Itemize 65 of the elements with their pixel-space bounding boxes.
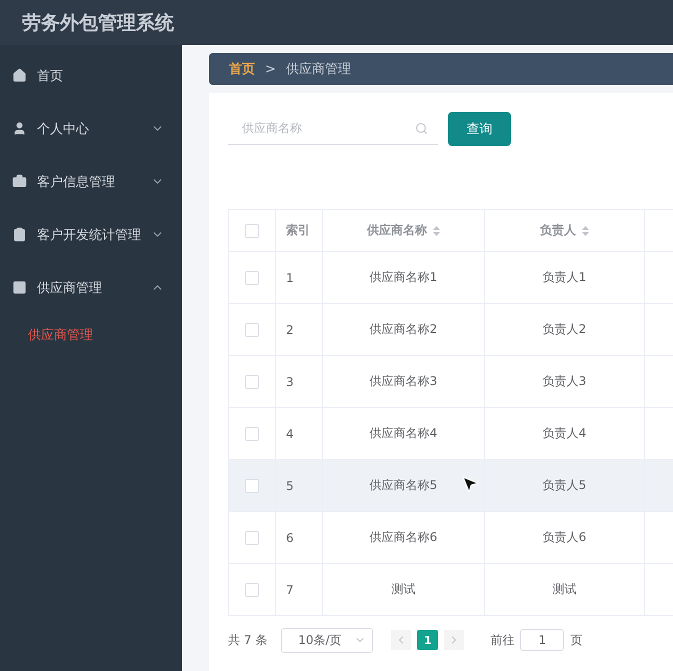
table-cell: 1 (286, 270, 294, 284)
column-header: 索引 (286, 222, 310, 239)
breadcrumb-link[interactable]: 供应商管理 (286, 60, 351, 78)
prev-page-button[interactable] (391, 630, 412, 650)
next-page-button[interactable] (444, 630, 464, 650)
table-cell: 负责人2 (542, 321, 586, 338)
table-row[interactable]: 7 测试 测试 (229, 564, 673, 616)
column-header: 负责人 (540, 222, 576, 239)
sidebar-item[interactable]: 个人中心 (0, 102, 182, 155)
page-input[interactable]: 1 (520, 629, 564, 651)
sidebar-subitem[interactable]: 供应商管理 (0, 314, 182, 356)
table-cell: 供应商名称5 (370, 477, 438, 494)
clipboard-icon (12, 227, 27, 242)
search-icon (415, 122, 428, 135)
sort-icon[interactable] (433, 226, 440, 236)
table-cell: 供应商名称2 (370, 321, 438, 338)
app-title: 劳务外包管理系统 (22, 10, 174, 36)
table-cell: 测试 (392, 581, 416, 598)
checkbox[interactable] (245, 530, 259, 544)
sidebar-item[interactable]: 首页 (0, 49, 182, 102)
checkbox[interactable] (245, 374, 259, 388)
page-button[interactable]: 1 (417, 630, 438, 650)
checkbox[interactable] (245, 478, 259, 492)
table-cell: 供应商名称4 (370, 425, 438, 442)
search-button[interactable]: 查询 (448, 112, 511, 146)
table-row[interactable]: 2 供应商名称2 负责人2 (229, 304, 673, 356)
table-cell: 负责人5 (542, 477, 586, 494)
checkbox[interactable] (245, 224, 259, 238)
table-row[interactable]: 4 供应商名称4 负责人4 (229, 408, 673, 460)
table-row[interactable]: 1 供应商名称1 负责人1 (229, 252, 673, 304)
goto-label: 前往 (490, 632, 514, 648)
checkbox[interactable] (245, 270, 259, 284)
checkbox[interactable] (245, 322, 259, 336)
breadcrumb-link[interactable]: 首页 (229, 60, 255, 78)
table-cell: 负责人4 (542, 425, 586, 442)
table-cell: 供应商名称3 (370, 373, 438, 390)
table-cell: 5 (286, 478, 294, 492)
table-row[interactable]: 3 供应商名称3 负责人3 (229, 356, 673, 408)
table-row[interactable]: 6 供应商名称6 负责人6 (229, 512, 673, 564)
home-icon (12, 68, 27, 83)
column-header: 供应商名称 (367, 222, 427, 239)
sidebar-item[interactable]: 客户开发统计管理 (0, 208, 182, 261)
sidebar-item[interactable]: 客户信息管理 (0, 155, 182, 208)
table-cell: 负责人3 (542, 373, 586, 390)
table-cell: 供应商名称6 (370, 529, 438, 546)
table-cell: 供应商名称1 (370, 269, 438, 286)
briefcase-icon (12, 174, 27, 189)
user-icon (12, 121, 27, 136)
table-cell: 测试 (552, 581, 576, 598)
table-cell: 6 (286, 530, 294, 544)
page-suffix: 页 (570, 632, 582, 648)
table-cell: 3 (286, 374, 294, 388)
table-cell: 7 (286, 582, 294, 596)
breadcrumb-separator: > (265, 62, 276, 76)
table-cell: 2 (286, 322, 294, 336)
table-cell: 负责人6 (542, 529, 586, 546)
sort-icon[interactable] (582, 226, 589, 236)
table-row[interactable]: 5 供应商名称5 负责人5 (229, 460, 673, 512)
page-size-select[interactable]: 10条/页 (281, 628, 374, 652)
checkbox[interactable] (245, 582, 259, 596)
table-cell: 4 (286, 426, 294, 440)
table-cell: 负责人1 (542, 269, 586, 286)
checkbox[interactable] (245, 426, 259, 440)
total-count: 共 7 条 (228, 632, 268, 648)
sidebar-item[interactable]: 供应商管理 (0, 261, 182, 314)
